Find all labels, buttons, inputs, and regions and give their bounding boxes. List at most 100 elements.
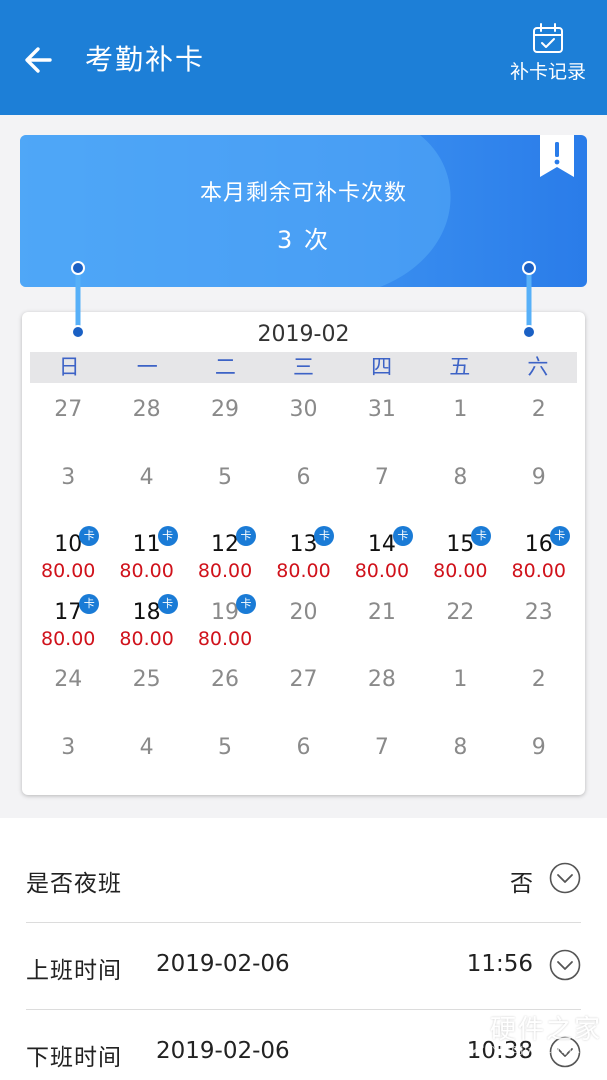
calendar-day[interactable]: 7 xyxy=(343,451,421,519)
day-number: 1 xyxy=(453,667,468,692)
calendar-day[interactable]: 26 xyxy=(186,653,264,721)
calendar-day[interactable]: 15 80.00 卡 xyxy=(421,518,499,586)
punch-card-badge: 卡 xyxy=(79,593,100,614)
calendar-day[interactable]: 14 80.00 卡 xyxy=(343,518,421,586)
weekday-label: 日 xyxy=(58,355,80,379)
calendar-day[interactable]: 9 xyxy=(500,721,578,789)
calendar-day[interactable]: 1 xyxy=(421,383,499,451)
calendar-day[interactable]: 24 xyxy=(29,653,107,721)
calendar-day[interactable]: 3 xyxy=(29,451,107,519)
calendar-day[interactable]: 20 xyxy=(264,586,342,654)
calendar-day[interactable]: 5 xyxy=(186,451,264,519)
punch-card-badge: 卡 xyxy=(549,526,570,546)
calendar-week: 3 4 5 6 7 8 9 xyxy=(29,451,578,519)
day-number: 2 xyxy=(531,667,546,692)
calendar-day[interactable]: 23 xyxy=(500,586,578,654)
day-number: 21 xyxy=(367,599,396,625)
day-amount: 80.00 xyxy=(119,627,174,650)
back-button[interactable] xyxy=(20,40,60,80)
calendar-day[interactable]: 27 xyxy=(264,653,342,721)
clock-in-date: 2019-02-06 xyxy=(156,951,290,977)
night-shift-row[interactable]: 是否夜班 否 xyxy=(26,836,581,923)
calendar-day[interactable]: 31 xyxy=(343,383,421,451)
calendar-day[interactable]: 10 80.00 卡 xyxy=(29,518,107,586)
calendar-day[interactable]: 19 80.00 卡 xyxy=(186,586,264,654)
calendar-day[interactable]: 4 xyxy=(107,451,185,519)
day-number: 6 xyxy=(296,464,311,490)
weekday-label: 三 xyxy=(292,355,314,379)
binder-ring-left xyxy=(71,261,85,339)
calendar-day[interactable]: 28 xyxy=(107,383,185,451)
calendar-day[interactable]: 1 xyxy=(421,653,499,721)
calendar-day[interactable]: 6 xyxy=(264,721,342,789)
calendar-day[interactable]: 2 xyxy=(500,653,578,721)
day-number: 24 xyxy=(54,667,83,692)
night-shift-value: 否 xyxy=(510,871,533,897)
day-number: 31 xyxy=(367,397,396,422)
calendar-day[interactable]: 18 80.00 卡 xyxy=(107,586,185,654)
calendar-day[interactable]: 5 xyxy=(186,721,264,789)
calendar-week: 17 80.00 卡 18 80.00 卡 19 80.00 卡 20 21 22 23 xyxy=(29,586,578,654)
punch-card-badge: 卡 xyxy=(157,526,178,546)
calendar-day[interactable]: 11 80.00 卡 xyxy=(107,518,185,586)
punch-card-badge: 卡 xyxy=(157,593,178,614)
calendar-day[interactable]: 16 80.00 卡 xyxy=(500,518,578,586)
day-number: 6 xyxy=(296,734,311,760)
calendar-day[interactable]: 4 xyxy=(107,721,185,789)
calendar-day[interactable]: 12 80.00 卡 xyxy=(186,518,264,586)
calendar-day[interactable]: 30 xyxy=(264,383,342,451)
calendar-day[interactable]: 17 80.00 卡 xyxy=(29,586,107,654)
day-number: 9 xyxy=(531,464,546,490)
clock-in-time: 11:56 xyxy=(466,951,533,977)
day-number: 20 xyxy=(289,599,318,625)
day-number: 4 xyxy=(139,464,154,490)
day-amount: 80.00 xyxy=(197,627,253,650)
day-number: 2 xyxy=(531,397,546,422)
weekday-label: 四 xyxy=(371,355,393,379)
exclamation-bookmark-icon[interactable] xyxy=(540,135,574,177)
record-label: 补卡记录 xyxy=(509,61,586,83)
weekday-label: 六 xyxy=(527,355,549,379)
clock-in-row[interactable]: 上班时间 2019-02-06 11:56 xyxy=(26,923,581,1010)
day-number: 1 xyxy=(453,397,468,422)
day-number: 5 xyxy=(218,464,233,490)
calendar-month: 2019-02 xyxy=(257,322,350,347)
clock-out-date: 2019-02-06 xyxy=(156,1038,290,1064)
calendar-day[interactable]: 3 xyxy=(29,721,107,789)
punch-card-badge: 卡 xyxy=(236,526,257,546)
binder-ring-right xyxy=(522,261,536,339)
calendar-day[interactable]: 21 xyxy=(343,586,421,654)
watermark-text: 硬件之家 xyxy=(490,1015,603,1045)
calendar-day[interactable]: 6 xyxy=(264,451,342,519)
day-number: 28 xyxy=(132,397,161,422)
chevron-down-icon[interactable] xyxy=(549,862,581,894)
remaining-count: 3 次 xyxy=(277,226,330,254)
calendar-day[interactable]: 7 xyxy=(343,721,421,789)
page-title: 考勤补卡 xyxy=(85,43,206,76)
calendar-day[interactable]: 27 xyxy=(29,383,107,451)
punch-card-badge: 卡 xyxy=(392,526,413,546)
chevron-down-icon[interactable] xyxy=(549,949,581,981)
arrow-left-icon xyxy=(25,47,52,73)
clock-in-label: 上班时间 xyxy=(26,958,122,984)
day-amount: 80.00 xyxy=(119,560,174,582)
day-number: 28 xyxy=(367,667,396,692)
record-button[interactable]: 补卡记录 xyxy=(507,22,589,94)
day-number: 27 xyxy=(54,397,83,422)
day-number: 23 xyxy=(524,599,553,625)
calendar-day[interactable]: 29 xyxy=(186,383,264,451)
calendar-day[interactable]: 13 80.00 卡 xyxy=(264,518,342,586)
calendar-day[interactable]: 28 xyxy=(343,653,421,721)
calendar-week: 3 4 5 6 7 8 9 xyxy=(29,721,578,789)
calendar-day[interactable]: 25 xyxy=(107,653,185,721)
day-number: 9 xyxy=(531,734,546,760)
day-number: 8 xyxy=(453,464,468,490)
calendar-day[interactable]: 2 xyxy=(500,383,578,451)
calendar-day[interactable]: 22 xyxy=(421,586,499,654)
calendar-day[interactable]: 8 xyxy=(421,721,499,789)
calendar-day[interactable]: 9 xyxy=(500,451,578,519)
day-number: 22 xyxy=(446,599,475,625)
calendar-day[interactable]: 8 xyxy=(421,451,499,519)
day-amount: 80.00 xyxy=(41,627,96,650)
watermark-sub: YINGJIANZHIJIA xyxy=(492,1045,581,1056)
